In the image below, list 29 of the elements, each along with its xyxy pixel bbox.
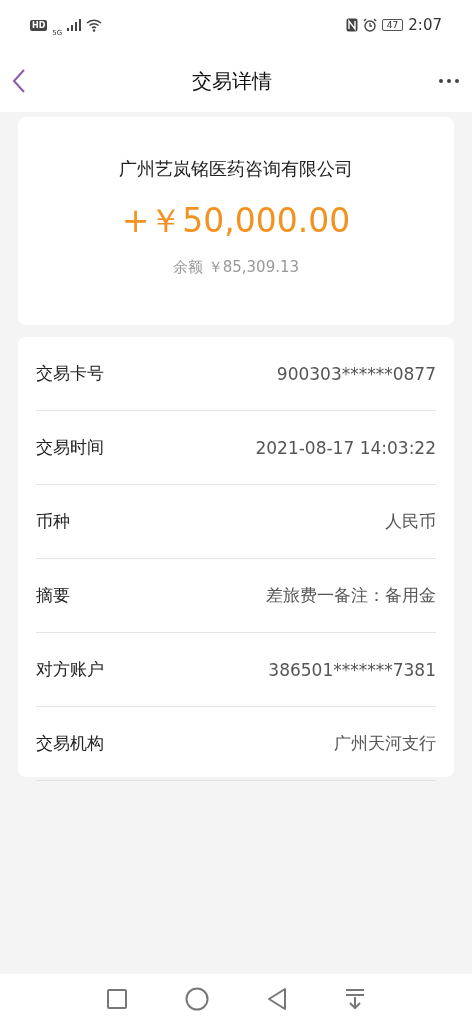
detail-value: 900303******0877 xyxy=(276,363,436,384)
transaction-amount: +￥50,000.00 xyxy=(121,200,351,242)
detail-label: 摘要 xyxy=(36,584,70,607)
detail-label: 交易机构 xyxy=(36,732,104,755)
clock-time: 2:07 xyxy=(408,16,442,34)
detail-value: 差旅费一备注：备用金 xyxy=(266,584,436,607)
pull-down-icon[interactable] xyxy=(345,988,365,1010)
battery-level: 47 xyxy=(381,19,404,31)
signal-icon xyxy=(67,19,82,31)
alarm-icon xyxy=(362,18,377,32)
back-icon[interactable] xyxy=(267,987,287,1011)
detail-label: 币种 xyxy=(36,510,70,533)
wifi-icon xyxy=(86,18,103,32)
detail-label: 对方账户 xyxy=(36,658,104,681)
hd-indicator: HD xyxy=(30,19,48,31)
more-icon[interactable] xyxy=(438,78,460,84)
detail-value: 386501*******7381 xyxy=(268,659,436,680)
counterparty-name: 广州艺岚铭医药咨询有限公司 xyxy=(119,157,353,181)
page-title: 交易详情 xyxy=(192,67,272,95)
detail-value: 2021-08-17 14:03:22 xyxy=(255,437,436,458)
balance-text: 余额 ￥85,309.13 xyxy=(172,258,300,277)
back-icon[interactable] xyxy=(12,68,26,94)
home-icon[interactable] xyxy=(185,987,209,1011)
nfc-icon xyxy=(345,18,358,32)
detail-label: 交易卡号 xyxy=(36,362,104,385)
detail-value: 广州天河支行 xyxy=(334,732,436,755)
detail-value: 人民币 xyxy=(385,510,436,533)
recents-icon[interactable] xyxy=(107,989,127,1009)
detail-label: 交易时间 xyxy=(36,436,104,459)
